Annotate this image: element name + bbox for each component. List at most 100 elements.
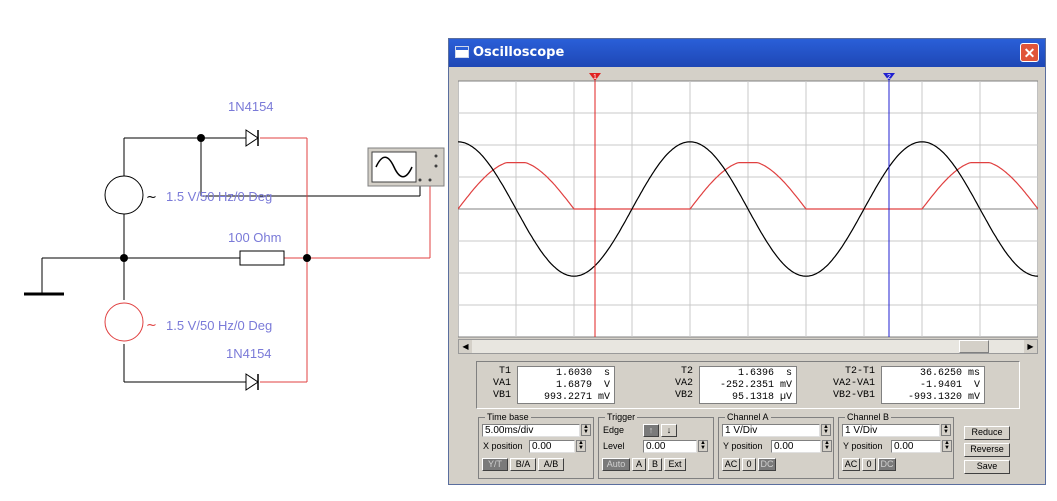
junction-dot	[303, 254, 311, 262]
junction-dot	[197, 134, 205, 142]
channel-b-zero-button[interactable]: 0	[862, 458, 876, 471]
channel-a-ypos-field[interactable]: 0.00	[771, 440, 821, 453]
diff-values: 36.6250 ms -1.9401 V -993.1320 mV	[881, 366, 985, 404]
t1-unit: s	[603, 368, 610, 379]
oscilloscope-window: Oscilloscope ✕ 12 ◀ ▶ T1 VA1 VB1 1.6030 …	[448, 38, 1046, 485]
scope-body: 12 ◀ ▶ T1 VA1 VB1 1.6030 s 1.6879 V 993.…	[452, 67, 1042, 482]
vb-diff-unit: mV	[967, 392, 980, 403]
readout-diff: T2-T1 VA2-VA1 VB2-VB1 36.6250 ms -1.9401…	[831, 366, 1011, 406]
t-diff-unit: ms	[967, 368, 980, 379]
level-label: Level	[603, 441, 625, 451]
circuit-schematic: 1N4154 1N4154 ~ 1.5 V/50 Hz/0 Deg ~ 1.5 …	[24, 99, 445, 391]
channel-b-spinner-icon[interactable]: ▲ ▼	[941, 424, 951, 436]
channel-b-ypos-spinner-icon[interactable]: ▲ ▼	[942, 440, 952, 452]
title-bar[interactable]: Oscilloscope ✕	[449, 39, 1045, 67]
auto-button[interactable]: Auto	[602, 458, 630, 471]
level-field[interactable]: 0.00	[643, 440, 697, 453]
source-bottom-label: 1.5 V/50 Hz/0 Deg	[166, 318, 272, 333]
vb1-value: 993.2271	[543, 392, 592, 403]
diode-top-label: 1N4154	[228, 99, 274, 114]
oscilloscope-instrument-icon[interactable]	[367, 147, 445, 187]
va-diff-label: VA2-VA1	[832, 378, 875, 389]
t2-value: 1.6396	[737, 368, 774, 379]
vb2-value: 95.1318	[731, 392, 774, 403]
resistor[interactable]	[239, 250, 285, 266]
channel-a-scale-field[interactable]: 1 V/Div	[722, 424, 820, 437]
scroll-thumb[interactable]	[959, 340, 989, 353]
reverse-button[interactable]: Reverse	[964, 443, 1010, 457]
channel-b-scale-field[interactable]: 1 V/Div	[842, 424, 940, 437]
channel-b-title: Channel B	[845, 411, 892, 423]
channel-a-title: Channel A	[725, 411, 771, 423]
ext-button[interactable]: Ext	[664, 458, 686, 471]
va2-value: -252.2351	[719, 380, 774, 391]
resistor-label: 100 Ohm	[228, 230, 281, 245]
timebase-spinner-icon[interactable]: ▲ ▼	[581, 424, 591, 436]
ba-button[interactable]: B/A	[510, 458, 536, 471]
window-icon	[455, 46, 469, 58]
diode-top[interactable]	[245, 129, 259, 147]
level-spinner-icon[interactable]: ▲ ▼	[698, 440, 708, 452]
scroll-left-icon[interactable]: ◀	[459, 340, 472, 353]
vb1-label: VB1	[492, 390, 511, 401]
diode-bottom[interactable]	[245, 373, 259, 391]
scroll-right-icon[interactable]: ▶	[1024, 340, 1037, 353]
channel-a-zero-button[interactable]: 0	[742, 458, 756, 471]
yt-button[interactable]: Y/T	[482, 458, 508, 471]
timebase-panel: Time base 5.00ms/div ▲ ▼ X position 0.00 …	[478, 411, 594, 479]
channel-b-ypos-label: Y position	[843, 441, 883, 451]
vb-diff-value: -993.1320	[907, 392, 962, 403]
channel-b-panel: Channel B 1 V/Div ▲ ▼ Y position 0.00 ▲ ▼ …	[838, 411, 954, 479]
rising-edge-icon[interactable]: ↑	[643, 424, 659, 437]
ac-symbol-icon: ~	[146, 318, 157, 333]
va-diff-value: -1.9401	[919, 380, 962, 391]
t2-unit: s	[785, 368, 792, 379]
vb-diff-label: VB2-VB1	[832, 390, 875, 401]
cursor-2-label: 2	[887, 74, 891, 81]
t-diff-value: 36.6250	[919, 368, 962, 379]
save-button[interactable]: Save	[964, 460, 1010, 474]
t1-label: T1	[498, 366, 511, 377]
trigger-b-button[interactable]: B	[648, 458, 662, 471]
ac-symbol-icon: ~	[146, 190, 157, 205]
close-icon[interactable]: ✕	[1020, 43, 1039, 62]
channel-a-ypos-spinner-icon[interactable]: ▲ ▼	[822, 440, 832, 452]
t1-value: 1.6030	[555, 368, 592, 379]
reduce-button[interactable]: Reduce	[964, 426, 1010, 440]
readout-panel: T1 VA1 VB1 1.6030 s 1.6879 V 993.2271 mV…	[476, 361, 1020, 409]
scope-screen: 12	[458, 73, 1038, 338]
vb2-label: VB2	[674, 390, 693, 401]
channel-a-ypos-label: Y position	[723, 441, 763, 451]
t1-values: 1.6030 s 1.6879 V 993.2271 mV	[517, 366, 615, 404]
trigger-a-button[interactable]: A	[632, 458, 646, 471]
xpos-field[interactable]: 0.00	[529, 440, 575, 453]
edge-label: Edge	[603, 425, 625, 435]
trigger-title: Trigger	[605, 411, 638, 423]
falling-edge-icon[interactable]: ↓	[661, 424, 677, 437]
ac-source-bottom[interactable]	[104, 302, 144, 342]
t2-t1-label: T2-T1	[844, 366, 875, 377]
xpos-label: X position	[483, 441, 523, 451]
ab-button[interactable]: A/B	[538, 458, 564, 471]
vb1-unit: mV	[597, 392, 610, 403]
channel-a-panel: Channel A 1 V/Div ▲ ▼ Y position 0.00 ▲ ▼ …	[718, 411, 834, 479]
readout-t2: T2 VA2 VB2 1.6396 s -252.2351 mV 95.1318…	[667, 366, 817, 406]
va1-label: VA1	[492, 378, 511, 389]
ac-source-top[interactable]	[104, 175, 144, 215]
channel-a-ac-button[interactable]: AC	[722, 458, 740, 471]
channel-b-dc-button[interactable]: DC	[878, 458, 896, 471]
cursor-1-label: 1	[593, 74, 597, 81]
va-diff-unit: V	[973, 380, 980, 391]
channel-a-spinner-icon[interactable]: ▲ ▼	[821, 424, 831, 436]
t2-label: T2	[680, 366, 693, 377]
diode-bottom-label: 1N4154	[226, 346, 272, 361]
t2-values: 1.6396 s -252.2351 mV 95.1318 µV	[699, 366, 797, 404]
channel-b-ypos-field[interactable]: 0.00	[891, 440, 941, 453]
channel-b-ac-button[interactable]: AC	[842, 458, 860, 471]
va2-label: VA2	[674, 378, 693, 389]
timebase-field[interactable]: 5.00ms/div	[482, 424, 580, 437]
channel-a-dc-button[interactable]: DC	[758, 458, 776, 471]
horizontal-scrollbar[interactable]: ◀ ▶	[458, 339, 1038, 354]
xpos-spinner-icon[interactable]: ▲ ▼	[576, 440, 586, 452]
vb2-unit: µV	[779, 392, 792, 403]
